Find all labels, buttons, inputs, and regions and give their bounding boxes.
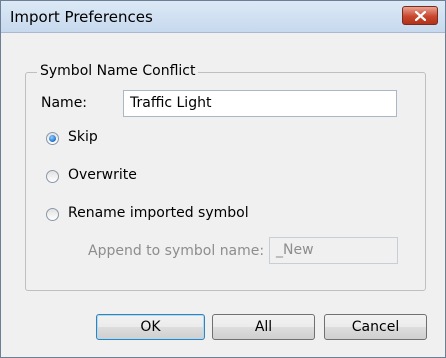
radio-skip-button[interactable] xyxy=(46,132,59,145)
cancel-button[interactable]: Cancel xyxy=(324,314,427,340)
radio-overwrite-button[interactable] xyxy=(46,170,59,183)
append-label: Append to symbol name: xyxy=(88,243,265,259)
name-field[interactable]: Traffic Light xyxy=(123,90,397,117)
ok-button[interactable]: OK xyxy=(96,314,205,340)
close-icon xyxy=(415,11,426,21)
radio-skip-label[interactable]: Skip xyxy=(68,129,98,145)
all-button[interactable]: All xyxy=(212,314,315,340)
name-label: Name: xyxy=(41,95,88,111)
group-title: Symbol Name Conflict xyxy=(37,63,199,79)
radio-selected-dot xyxy=(49,135,56,142)
append-field[interactable]: _New xyxy=(269,237,398,264)
dialog-title: Import Preferences xyxy=(10,8,153,26)
close-button[interactable] xyxy=(402,6,438,25)
radio-rename-label[interactable]: Rename imported symbol xyxy=(68,205,249,221)
radio-rename-button[interactable] xyxy=(46,208,59,221)
title-bar[interactable]: Import Preferences xyxy=(1,1,445,33)
import-preferences-dialog: Import Preferences Symbol Name Conflict … xyxy=(0,0,446,358)
radio-overwrite-label[interactable]: Overwrite xyxy=(68,167,137,183)
